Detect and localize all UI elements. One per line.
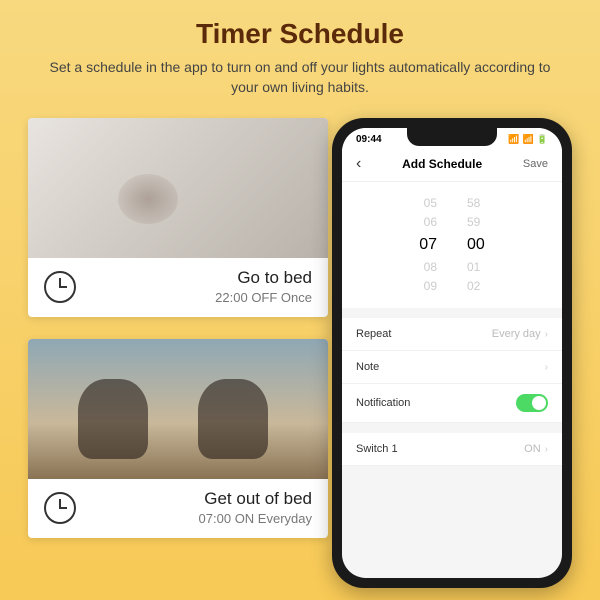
card-text: Go to bed 22:00 OFF Once	[92, 268, 312, 305]
schedule-cards: Go to bed 22:00 OFF Once Get out of bed …	[28, 118, 328, 538]
setting-value: ›	[545, 362, 548, 373]
phone-screen: 09:44 📶 📶 🔋 ‹ Add Schedule Save 05 58	[342, 128, 562, 578]
card-get-out-of-bed: Get out of bed 07:00 ON Everyday	[28, 339, 328, 538]
picker-hour: 05	[424, 194, 437, 213]
list-gap	[342, 423, 562, 433]
picker-row: 06 59	[342, 213, 562, 232]
chevron-right-icon: ›	[545, 444, 548, 455]
signal-icon: 📶	[508, 134, 519, 145]
nav-title: Add Schedule	[402, 157, 482, 171]
setting-value-text: ON	[524, 443, 541, 455]
card-footer: Get out of bed 07:00 ON Everyday	[28, 479, 328, 538]
content-area: Go to bed 22:00 OFF Once Get out of bed …	[28, 118, 572, 600]
status-icons: 📶 📶 🔋	[508, 134, 548, 145]
picker-hour: 06	[424, 213, 437, 232]
setting-value-text: Every day	[492, 328, 541, 340]
card-title: Get out of bed	[92, 489, 312, 509]
setting-label: Switch 1	[356, 443, 398, 455]
setting-label: Repeat	[356, 328, 391, 340]
header: Timer Schedule Set a schedule in the app…	[0, 0, 600, 107]
clock-icon	[44, 492, 76, 524]
card-text: Get out of bed 07:00 ON Everyday	[92, 489, 312, 526]
setting-notification: Notification	[342, 384, 562, 423]
back-button[interactable]: ‹	[356, 155, 361, 173]
picker-row: 08 01	[342, 258, 562, 277]
card-title: Go to bed	[92, 268, 312, 288]
picker-hour: 07	[419, 232, 437, 258]
notification-toggle[interactable]	[516, 394, 548, 412]
setting-switch1[interactable]: Switch 1 ON ›	[342, 433, 562, 466]
card-image-sleep	[28, 118, 328, 258]
phone-notch	[407, 128, 497, 146]
wifi-icon: 📶	[523, 134, 534, 145]
setting-value: Every day ›	[492, 328, 548, 340]
settings-list: Repeat Every day › Note › Notification	[342, 318, 562, 466]
battery-icon: 🔋	[537, 134, 548, 145]
picker-row: 09 02	[342, 277, 562, 296]
chevron-right-icon: ›	[545, 362, 548, 373]
card-footer: Go to bed 22:00 OFF Once	[28, 258, 328, 317]
card-subtitle: 22:00 OFF Once	[92, 290, 312, 305]
setting-note[interactable]: Note ›	[342, 351, 562, 384]
clock-icon	[44, 271, 76, 303]
time-picker[interactable]: 05 58 06 59 07 00 08 01 09 02	[342, 182, 562, 308]
status-time: 09:44	[356, 134, 382, 145]
picker-minute: 58	[467, 194, 480, 213]
nav-bar: ‹ Add Schedule Save	[342, 147, 562, 182]
picker-minute: 00	[467, 232, 485, 258]
picker-hour: 08	[424, 258, 437, 277]
setting-label: Notification	[356, 397, 410, 409]
save-button[interactable]: Save	[523, 158, 548, 170]
picker-row: 05 58	[342, 194, 562, 213]
setting-label: Note	[356, 361, 379, 373]
card-subtitle: 07:00 ON Everyday	[92, 511, 312, 526]
card-go-to-bed: Go to bed 22:00 OFF Once	[28, 118, 328, 317]
picker-minute: 59	[467, 213, 480, 232]
page-subtitle: Set a schedule in the app to turn on and…	[40, 58, 560, 97]
page-title: Timer Schedule	[40, 18, 560, 50]
picker-minute: 01	[467, 258, 480, 277]
picker-row-selected: 07 00	[342, 232, 562, 258]
setting-value: ON ›	[524, 443, 548, 455]
picker-minute: 02	[467, 277, 480, 296]
card-image-wake	[28, 339, 328, 479]
setting-repeat[interactable]: Repeat Every day ›	[342, 318, 562, 351]
chevron-right-icon: ›	[545, 329, 548, 340]
picker-hour: 09	[424, 277, 437, 296]
phone-mockup: 09:44 📶 📶 🔋 ‹ Add Schedule Save 05 58	[332, 118, 572, 588]
